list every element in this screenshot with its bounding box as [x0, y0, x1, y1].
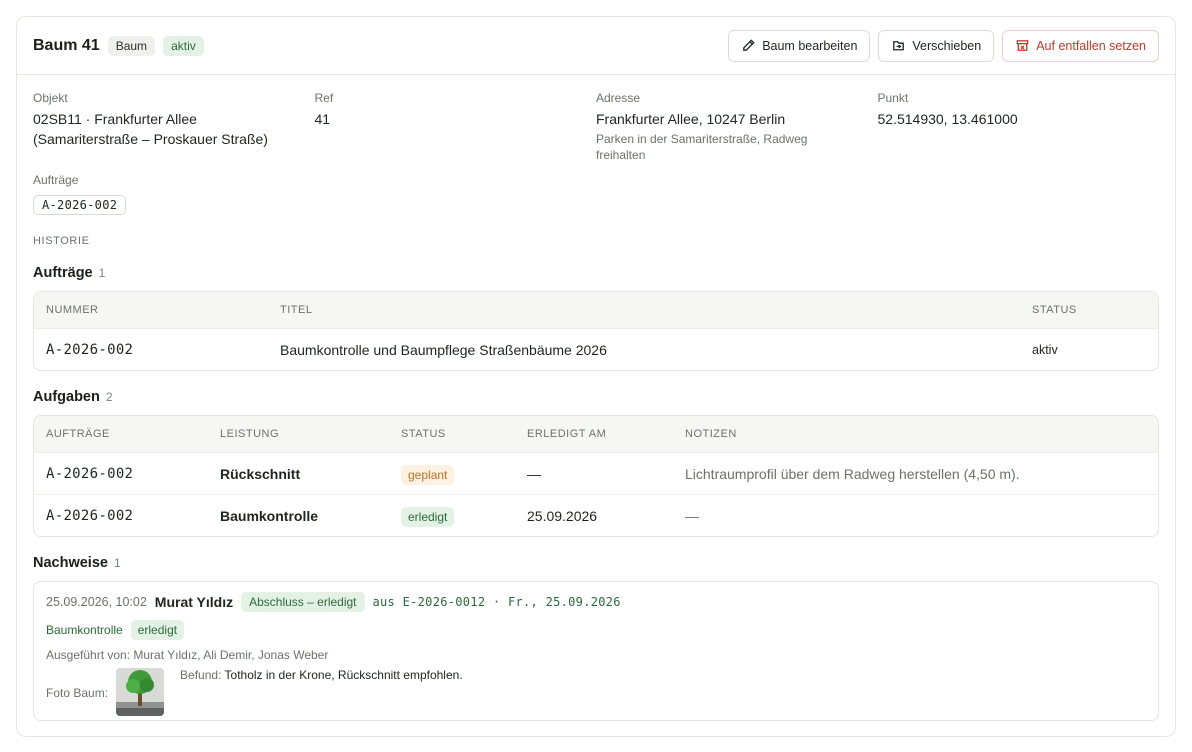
card-header: Baum 41 Baum aktiv Baum bearbeiten Versc…	[17, 17, 1175, 75]
type-badge: Baum	[107, 35, 156, 56]
col-nummer: NUMMER	[46, 304, 99, 316]
proof-item: 25.09.2026, 10:02 Murat Yıldız Abschluss…	[33, 581, 1159, 721]
proof-photo-row: Foto Baum: Befund: Totholz in der Krone,	[46, 668, 1146, 716]
finding-text: Totholz in der Krone, Rückschnitt empfoh…	[224, 668, 463, 682]
status-badge: aktiv	[163, 35, 204, 56]
orders-table: NUMMER TITEL STATUS A-2026-002 Baumkontr…	[33, 291, 1159, 371]
task-service: Rückschnitt	[220, 465, 301, 482]
fact-punkt-label: Punkt	[877, 91, 909, 105]
status-badge: geplant	[401, 464, 455, 485]
table-row[interactable]: A-2026-002 Rückschnitt geplant — Lichtra…	[34, 452, 1158, 494]
fact-adresse-value: Frankfurter Allee, 10247 Berlin	[596, 111, 786, 127]
fact-ref: Ref 41	[315, 91, 597, 173]
move-icon	[893, 41, 905, 51]
photo-label: Foto Baum:	[46, 686, 109, 700]
tasks-title: Aufgaben	[33, 389, 100, 405]
fact-punkt-value: 52.514930, 13.461000	[877, 111, 1018, 127]
table-row[interactable]: A-2026-002 Baumkontrolle und Baumpflege …	[34, 328, 1158, 370]
tree-photo-icon	[116, 668, 165, 716]
proofs-title: Nachweise	[33, 555, 108, 571]
orders-count: 1	[98, 266, 106, 280]
fact-adresse-note: Parken in der Samariterstraße, Radweg fr…	[596, 132, 808, 162]
task-status-cell: geplant	[389, 464, 515, 485]
task-done-date: 25.09.2026	[527, 507, 598, 524]
col-titel: TITEL	[280, 304, 313, 316]
col-erledigt-am: ERLEDIGT AM	[527, 428, 607, 440]
set-dropped-button[interactable]: Auf entfallen setzen	[1002, 29, 1159, 62]
proof-service-line: Baumkontrolle erledigt	[46, 620, 1146, 640]
card-content: Objekt 02SB11 · Frankfurter Allee (Samar…	[17, 75, 1175, 721]
page-title: Baum 41	[33, 36, 100, 54]
proof-badge: Abschluss – erledigt	[241, 592, 365, 612]
edit-tree-label: Baum bearbeiten	[762, 38, 858, 53]
orders-table-header: NUMMER TITEL STATUS	[34, 292, 1158, 328]
status-badge: erledigt	[401, 506, 455, 527]
orders-section-title: Aufträge 1	[33, 265, 1159, 281]
finding-label: Befund:	[180, 668, 222, 682]
proof-executed-by: Ausgeführt von: Murat Yıldız, Ali Demir,…	[46, 648, 329, 662]
order-status: aktiv	[1032, 342, 1058, 357]
task-status-cell: erledigt	[389, 506, 515, 527]
col-auftraege: AUFTRÄGE	[46, 428, 110, 440]
order-tag[interactable]: A-2026-002	[33, 195, 127, 215]
edit-tree-button[interactable]: Baum bearbeiten	[728, 29, 871, 62]
history-heading: HISTORIE	[33, 235, 90, 247]
fact-objekt-line1: 02SB11 · Frankfurter Allee	[33, 111, 197, 127]
set-dropped-label: Auf entfallen setzen	[1036, 38, 1146, 53]
proof-person: Murat Yıldız	[154, 594, 234, 610]
col-status: STATUS	[1032, 304, 1077, 316]
proof-source-link[interactable]: aus E-2026-0012 · Fr., 25.09.2026	[373, 595, 621, 609]
task-note: Lichtraumprofil über dem Radweg herstell…	[685, 465, 1020, 482]
pencil-icon	[743, 39, 755, 51]
proofs-count: 1	[113, 556, 121, 570]
col-notizen: NOTIZEN	[685, 428, 737, 440]
fact-punkt: Punkt 52.514930, 13.461000	[878, 91, 1160, 173]
orders-title: Aufträge	[33, 265, 93, 281]
col-task-status: STATUS	[401, 428, 446, 440]
fact-objekt-label: Objekt	[33, 91, 68, 105]
fact-adresse: Adresse Frankfurter Allee, 10247 Berlin …	[596, 91, 878, 173]
fact-auftraege: Aufträge A-2026-002	[33, 173, 1159, 215]
tree-photo-thumbnail[interactable]	[116, 668, 165, 716]
col-leistung: LEISTUNG	[220, 428, 280, 440]
move-label: Verschieben	[912, 38, 982, 53]
tasks-table-header: AUFTRÄGE LEISTUNG STATUS ERLEDIGT AM NOT…	[34, 416, 1158, 452]
tasks-count: 2	[105, 390, 113, 404]
task-note: —	[685, 507, 699, 524]
order-number: A-2026-002	[46, 341, 134, 358]
fact-adresse-label: Adresse	[596, 91, 641, 105]
task-done-date: —	[527, 465, 541, 482]
tasks-section-title: Aufgaben 2	[33, 389, 1159, 405]
proof-service: Baumkontrolle	[46, 623, 123, 637]
archive-x-icon	[1016, 40, 1029, 51]
proofs-section-title: Nachweise 1	[33, 555, 1159, 571]
task-order: A-2026-002	[46, 465, 134, 482]
fact-ref-label: Ref	[314, 91, 334, 105]
order-title: Baumkontrolle und Baumpflege Straßenbäum…	[280, 341, 607, 358]
fact-objekt-line2: (Samariterstraße – Proskauer Straße)	[33, 131, 268, 147]
task-service: Baumkontrolle	[220, 507, 319, 524]
table-row[interactable]: A-2026-002 Baumkontrolle erledigt 25.09.…	[34, 494, 1158, 536]
proof-header-line: 25.09.2026, 10:02 Murat Yıldız Abschluss…	[46, 592, 1146, 612]
tree-detail-card: Baum 41 Baum aktiv Baum bearbeiten Versc…	[16, 16, 1176, 737]
fact-auftraege-label: Aufträge	[33, 173, 79, 187]
proof-timestamp: 25.09.2026, 10:02	[46, 595, 147, 609]
header-actions: Baum bearbeiten Verschieben Auf entfalle…	[728, 29, 1159, 62]
status-badge: erledigt	[130, 620, 185, 640]
task-order: A-2026-002	[46, 507, 134, 524]
tasks-table: AUFTRÄGE LEISTUNG STATUS ERLEDIGT AM NOT…	[33, 415, 1159, 537]
facts-row: Objekt 02SB11 · Frankfurter Allee (Samar…	[33, 91, 1159, 173]
fact-ref-value: 41	[314, 111, 331, 127]
move-button[interactable]: Verschieben	[878, 29, 995, 62]
fact-objekt: Objekt 02SB11 · Frankfurter Allee (Samar…	[33, 91, 315, 173]
proof-finding: Befund: Totholz in der Krone, Rückschnit…	[180, 668, 463, 716]
